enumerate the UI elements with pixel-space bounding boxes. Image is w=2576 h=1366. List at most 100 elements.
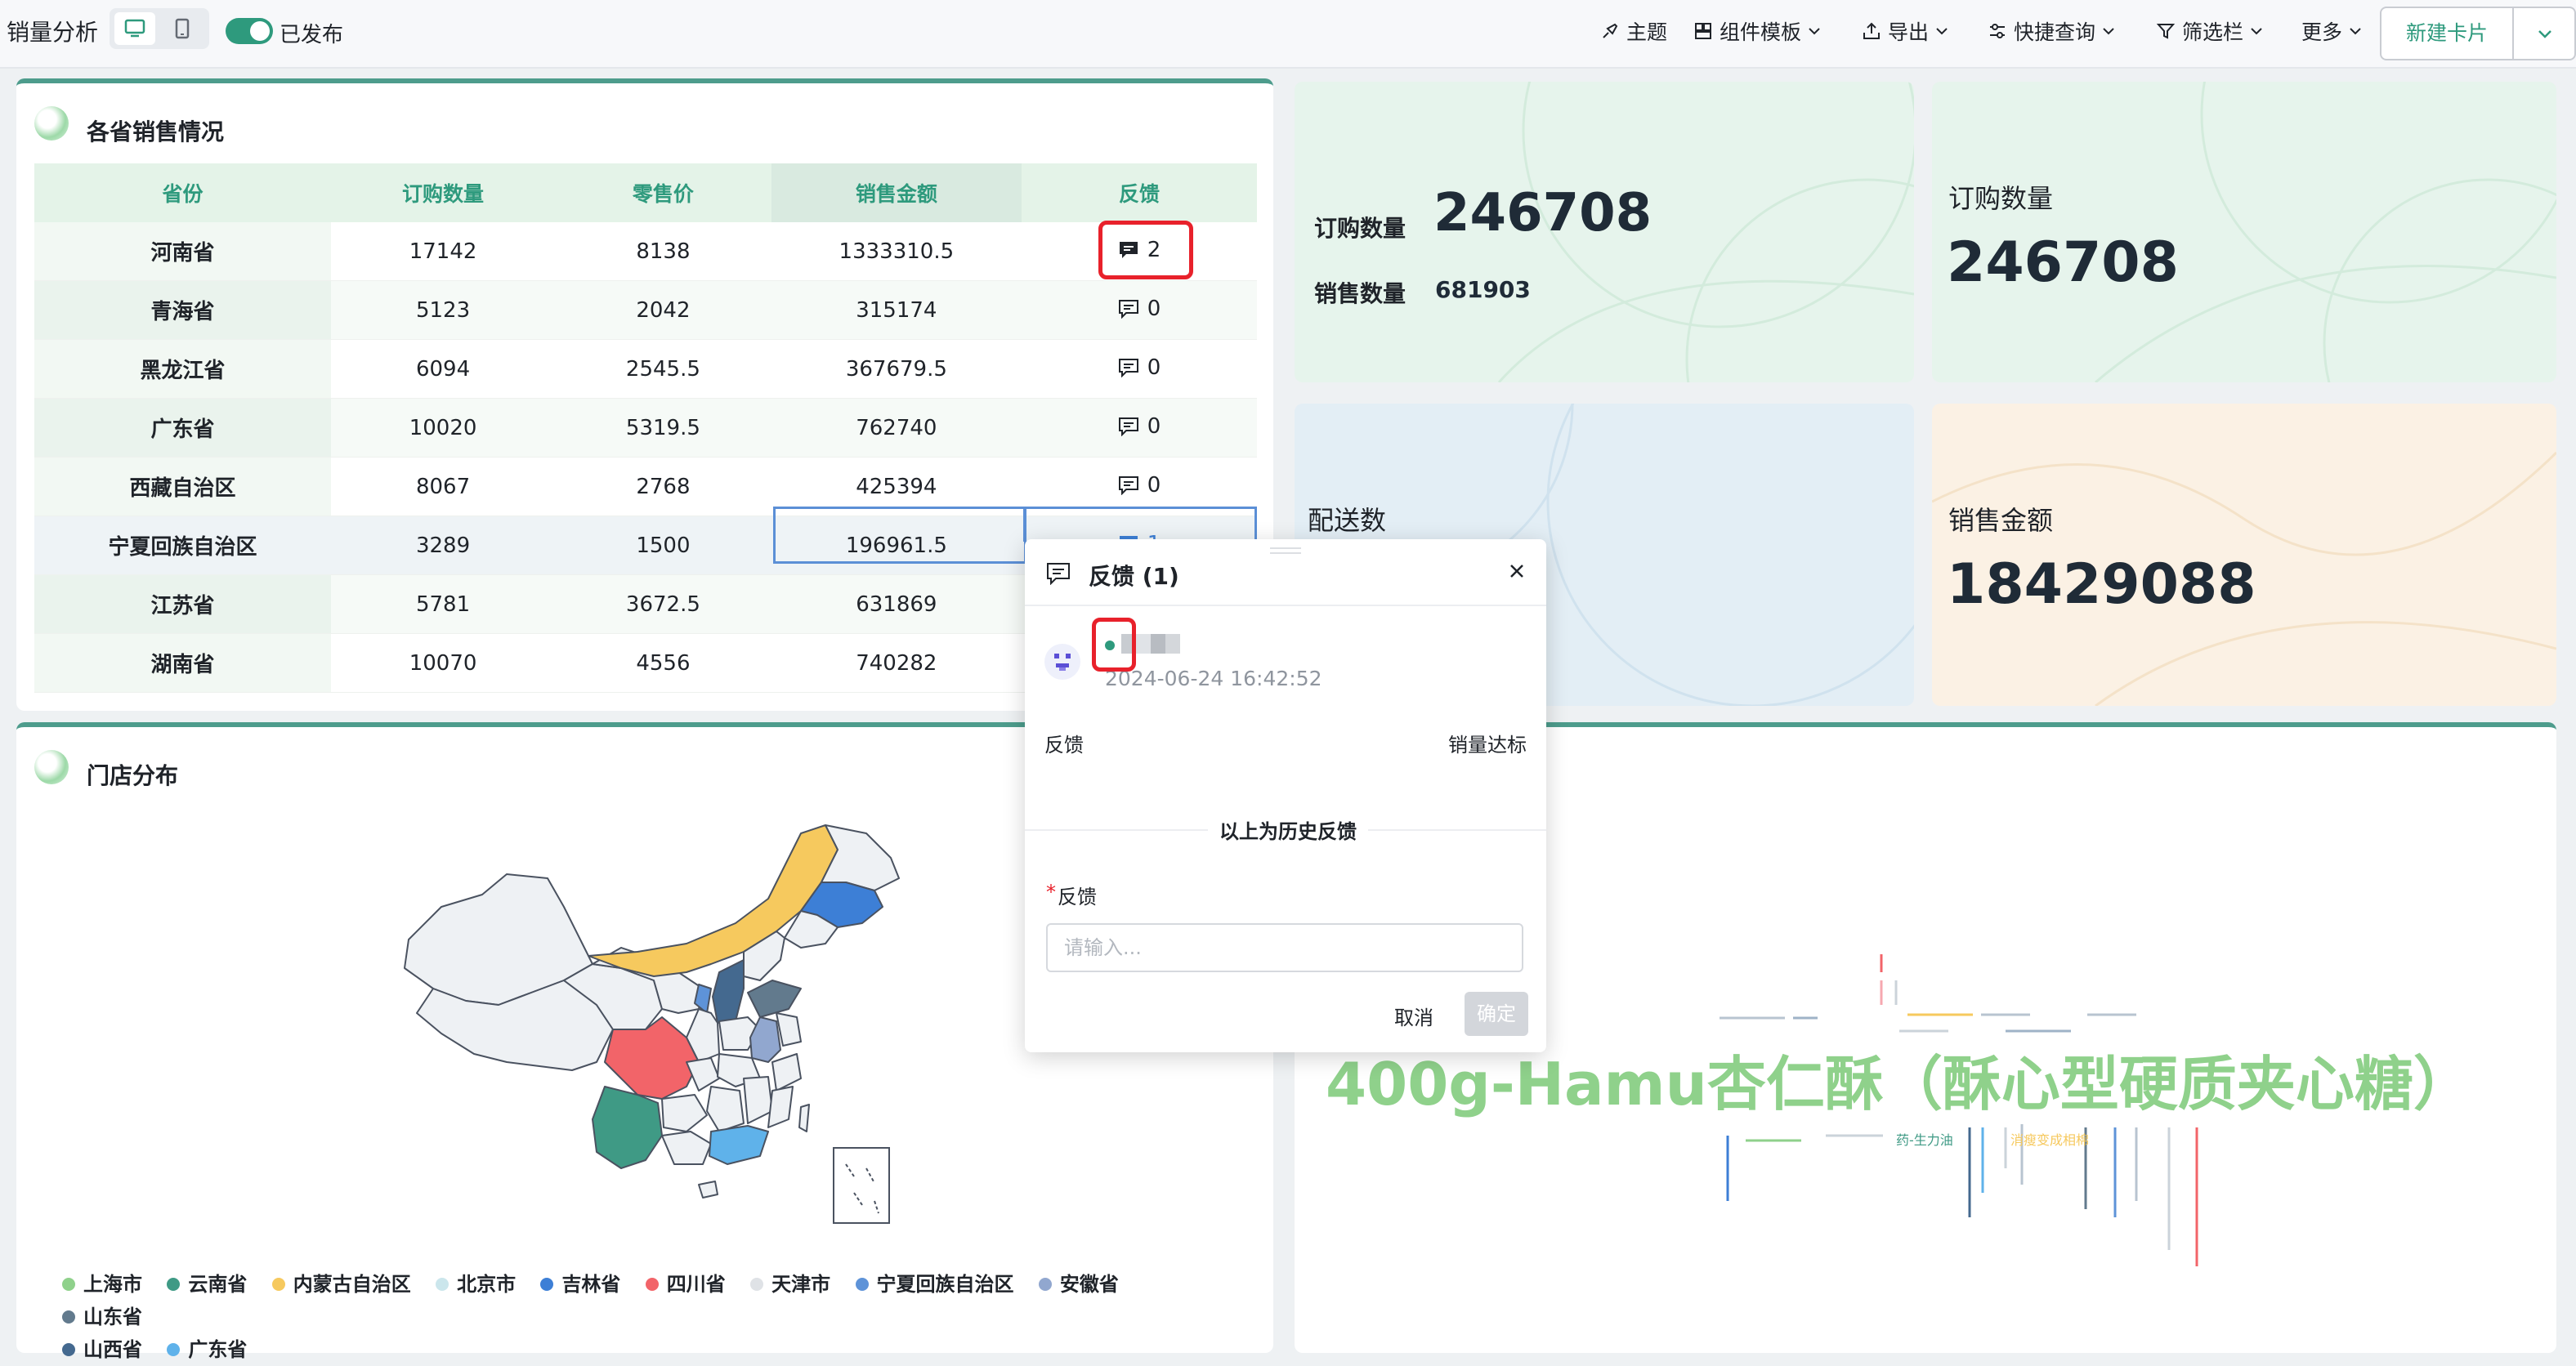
- feedback-count-button[interactable]: 0: [1118, 414, 1161, 439]
- table-cell[interactable]: 367679.5: [771, 339, 1022, 399]
- table-cell[interactable]: 315174: [771, 280, 1022, 340]
- legend-item[interactable]: 山西省: [62, 1333, 142, 1366]
- map-region-hunan[interactable]: [706, 1086, 745, 1132]
- table-cell[interactable]: 青海省: [34, 280, 331, 340]
- desktop-view-button[interactable]: [114, 12, 155, 45]
- feedback-cell[interactable]: 0: [1022, 398, 1257, 458]
- map-region-shanxi[interactable]: [712, 959, 745, 1024]
- table-cell[interactable]: 740282: [771, 633, 1022, 693]
- column-header[interactable]: 订购数量: [330, 163, 556, 222]
- table-cell[interactable]: 4556: [555, 633, 771, 693]
- column-header[interactable]: 反馈: [1022, 163, 1257, 222]
- column-header[interactable]: 零售价: [555, 163, 771, 222]
- chevron-down-icon: [2251, 28, 2262, 35]
- map-region-fujian[interactable]: [767, 1086, 794, 1128]
- phone-icon: [175, 18, 190, 39]
- feedback-cell[interactable]: 0: [1022, 280, 1257, 340]
- map-region-shandong[interactable]: [747, 980, 802, 1018]
- table-cell[interactable]: 河南省: [34, 222, 331, 281]
- new-card-button[interactable]: 新建卡片: [2381, 8, 2512, 59]
- menu-more[interactable]: 更多: [2301, 16, 2362, 46]
- word-cloud-word[interactable]: 消瘦变成相棉: [2010, 1129, 2089, 1149]
- table-cell[interactable]: 5319.5: [555, 398, 771, 458]
- legend-item[interactable]: 云南省: [167, 1268, 247, 1301]
- drag-handle[interactable]: [1270, 547, 1301, 554]
- feedback-count-button[interactable]: 0: [1118, 355, 1161, 380]
- menu-component-template[interactable]: 组件模板: [1693, 16, 1821, 46]
- map-region-guangdong[interactable]: [709, 1125, 769, 1165]
- publish-switch[interactable]: [226, 18, 273, 44]
- legend-item[interactable]: 四川省: [645, 1268, 726, 1301]
- map-region-guangxi[interactable]: [661, 1131, 712, 1165]
- map-region-chongqing[interactable]: [686, 1057, 720, 1091]
- table-cell[interactable]: 2545.5: [555, 339, 771, 399]
- table-cell[interactable]: 17142: [330, 222, 556, 281]
- table-cell[interactable]: 2042: [555, 280, 771, 340]
- menu-filter-bar[interactable]: 筛选栏: [2156, 16, 2263, 46]
- map-region-inner-mongolia[interactable]: [588, 824, 839, 977]
- metric-card-orders-sales[interactable]: 订购数量 246708 销售数量 681903: [1295, 82, 1914, 382]
- legend-item[interactable]: 上海市: [62, 1268, 142, 1301]
- map-region-guizhou[interactable]: [661, 1094, 708, 1132]
- table-cell[interactable]: 湖南省: [34, 633, 331, 693]
- table-cell[interactable]: 3672.5: [555, 574, 771, 634]
- feedback-count-button[interactable]: 0: [1118, 297, 1161, 321]
- table-cell[interactable]: 10070: [330, 633, 556, 693]
- table-cell[interactable]: 2768: [555, 457, 771, 516]
- metric-label: 配送数: [1308, 505, 1387, 536]
- table-cell[interactable]: 8138: [555, 222, 771, 281]
- legend-item[interactable]: 广东省: [167, 1333, 247, 1366]
- legend-item[interactable]: 吉林省: [540, 1268, 620, 1301]
- menu-export[interactable]: 导出: [1862, 16, 1948, 46]
- word-cloud-word[interactable]: 药-生力油: [1896, 1129, 1953, 1149]
- map-region-sichuan[interactable]: [604, 1016, 700, 1100]
- table-cell[interactable]: 广东省: [34, 398, 331, 458]
- legend-item[interactable]: 宁夏回族自治区: [855, 1268, 1014, 1301]
- new-card-dropdown-button[interactable]: [2512, 8, 2576, 59]
- table-cell[interactable]: 宁夏回族自治区: [34, 516, 331, 575]
- table-cell[interactable]: 631869: [771, 574, 1022, 634]
- map-region-heilongjiang[interactable]: [821, 824, 900, 891]
- mobile-view-button[interactable]: [162, 12, 203, 45]
- legend-item[interactable]: 北京市: [436, 1268, 516, 1301]
- table-cell[interactable]: 762740: [771, 398, 1022, 458]
- table-cell[interactable]: 10020: [330, 398, 556, 458]
- comment-icon: [1118, 417, 1138, 436]
- menu-theme[interactable]: 主题: [1600, 16, 1667, 46]
- table-cell[interactable]: 8067: [330, 457, 556, 516]
- table-cell[interactable]: 5123: [330, 280, 556, 340]
- column-header[interactable]: 省份: [34, 163, 331, 222]
- map-region-jiangsu[interactable]: [776, 1012, 802, 1047]
- metric-value: 18429088: [1947, 552, 2256, 617]
- form-label: 反馈: [1058, 886, 1097, 908]
- legend-item[interactable]: 安徽省: [1038, 1268, 1119, 1301]
- column-header[interactable]: 销售金额: [771, 163, 1022, 222]
- table-cell[interactable]: 江苏省: [34, 574, 331, 634]
- menu-quick-query[interactable]: 快捷查询: [1988, 16, 2115, 46]
- feedback-cell[interactable]: 0: [1022, 339, 1257, 399]
- table-cell[interactable]: 黑龙江省: [34, 339, 331, 399]
- table-cell[interactable]: 1500: [555, 516, 771, 575]
- legend-label: 云南省: [188, 1273, 248, 1296]
- legend-item[interactable]: 内蒙古自治区: [271, 1268, 411, 1301]
- map-region-hainan[interactable]: [698, 1181, 718, 1199]
- map-region-zhejiang[interactable]: [771, 1053, 802, 1091]
- table-cell[interactable]: 6094: [330, 339, 556, 399]
- legend-item[interactable]: 山东省: [62, 1301, 142, 1333]
- legend-item[interactable]: 天津市: [750, 1268, 830, 1301]
- table-cell[interactable]: 1333310.5: [771, 222, 1022, 281]
- feedback-input[interactable]: 请输入...: [1046, 923, 1523, 972]
- metric-card-orders[interactable]: 订购数量 246708: [1932, 82, 2556, 382]
- confirm-button[interactable]: 确定: [1465, 992, 1528, 1036]
- close-button[interactable]: [1509, 557, 1525, 586]
- table-cell[interactable]: 西藏自治区: [34, 457, 331, 516]
- feedback-count-button[interactable]: 0: [1118, 473, 1161, 498]
- cancel-button[interactable]: 取消: [1394, 1002, 1433, 1030]
- map-region-yunnan[interactable]: [592, 1086, 663, 1169]
- map-region-jiangxi[interactable]: [743, 1076, 773, 1124]
- map-region-taiwan[interactable]: [798, 1104, 810, 1132]
- table-cell[interactable]: 3289: [330, 516, 556, 575]
- table-cell[interactable]: 5781: [330, 574, 556, 634]
- monitor-icon: [124, 19, 145, 38]
- metric-card-sales-amount[interactable]: 销售金额 18429088: [1932, 404, 2556, 706]
